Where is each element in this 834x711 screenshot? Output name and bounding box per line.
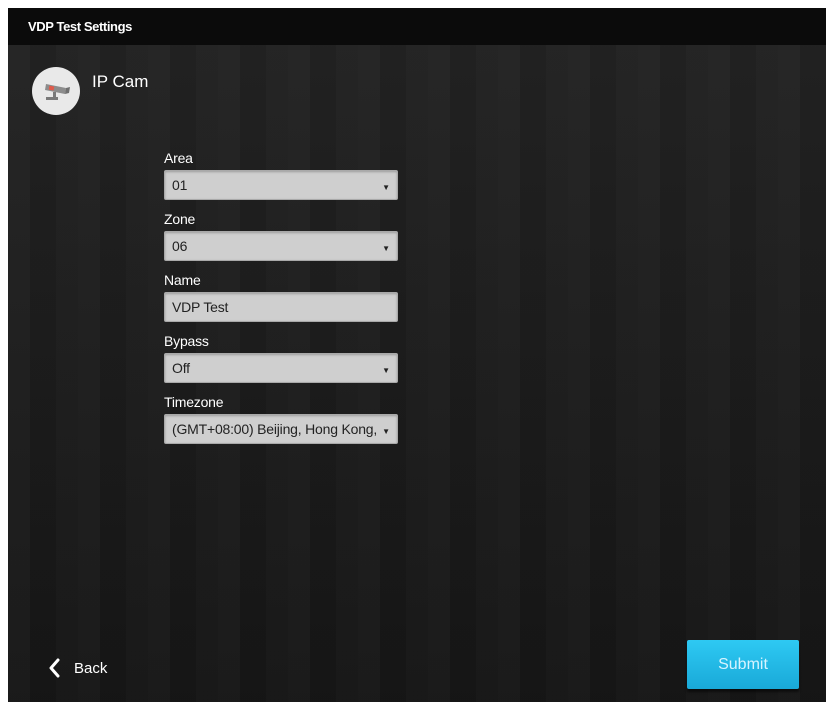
chevron-left-icon bbox=[49, 658, 60, 678]
zone-value: 06 bbox=[172, 238, 188, 254]
window-title: VDP Test Settings bbox=[8, 8, 826, 45]
area-select[interactable]: 01 ▼ bbox=[164, 170, 398, 200]
name-field[interactable] bbox=[164, 292, 398, 322]
dropdown-arrow-icon: ▼ bbox=[382, 244, 390, 253]
zone-label: Zone bbox=[164, 211, 196, 227]
device-name: IP Cam bbox=[92, 72, 149, 91]
ip-camera-icon bbox=[32, 67, 80, 115]
timezone-label: Timezone bbox=[164, 394, 224, 410]
timezone-select[interactable]: (GMT+08:00) Beijing, Hong Kong, ▼ bbox=[164, 414, 398, 444]
zone-select[interactable]: 06 ▼ bbox=[164, 231, 398, 261]
area-label: Area bbox=[164, 150, 193, 166]
area-value: 01 bbox=[172, 177, 188, 193]
submit-button[interactable]: Submit bbox=[687, 640, 799, 689]
dropdown-arrow-icon: ▼ bbox=[382, 366, 390, 375]
name-input[interactable] bbox=[165, 293, 397, 321]
settings-form: Area 01 ▼ Zone 06 ▼ Name Bypass Off ▼ Ti… bbox=[164, 146, 398, 451]
back-button[interactable]: Back bbox=[48, 658, 107, 678]
settings-screen: VDP Test Settings IP Cam Area 01 ▼ Zone … bbox=[8, 8, 826, 702]
name-label: Name bbox=[164, 272, 201, 288]
bypass-value: Off bbox=[172, 360, 190, 376]
timezone-value: (GMT+08:00) Beijing, Hong Kong, bbox=[172, 421, 378, 437]
dropdown-arrow-icon: ▼ bbox=[382, 427, 390, 436]
bypass-select[interactable]: Off ▼ bbox=[164, 353, 398, 383]
back-label: Back bbox=[74, 659, 108, 677]
bypass-label: Bypass bbox=[164, 333, 209, 349]
dropdown-arrow-icon: ▼ bbox=[382, 183, 390, 192]
device-header: IP Cam bbox=[32, 67, 148, 115]
